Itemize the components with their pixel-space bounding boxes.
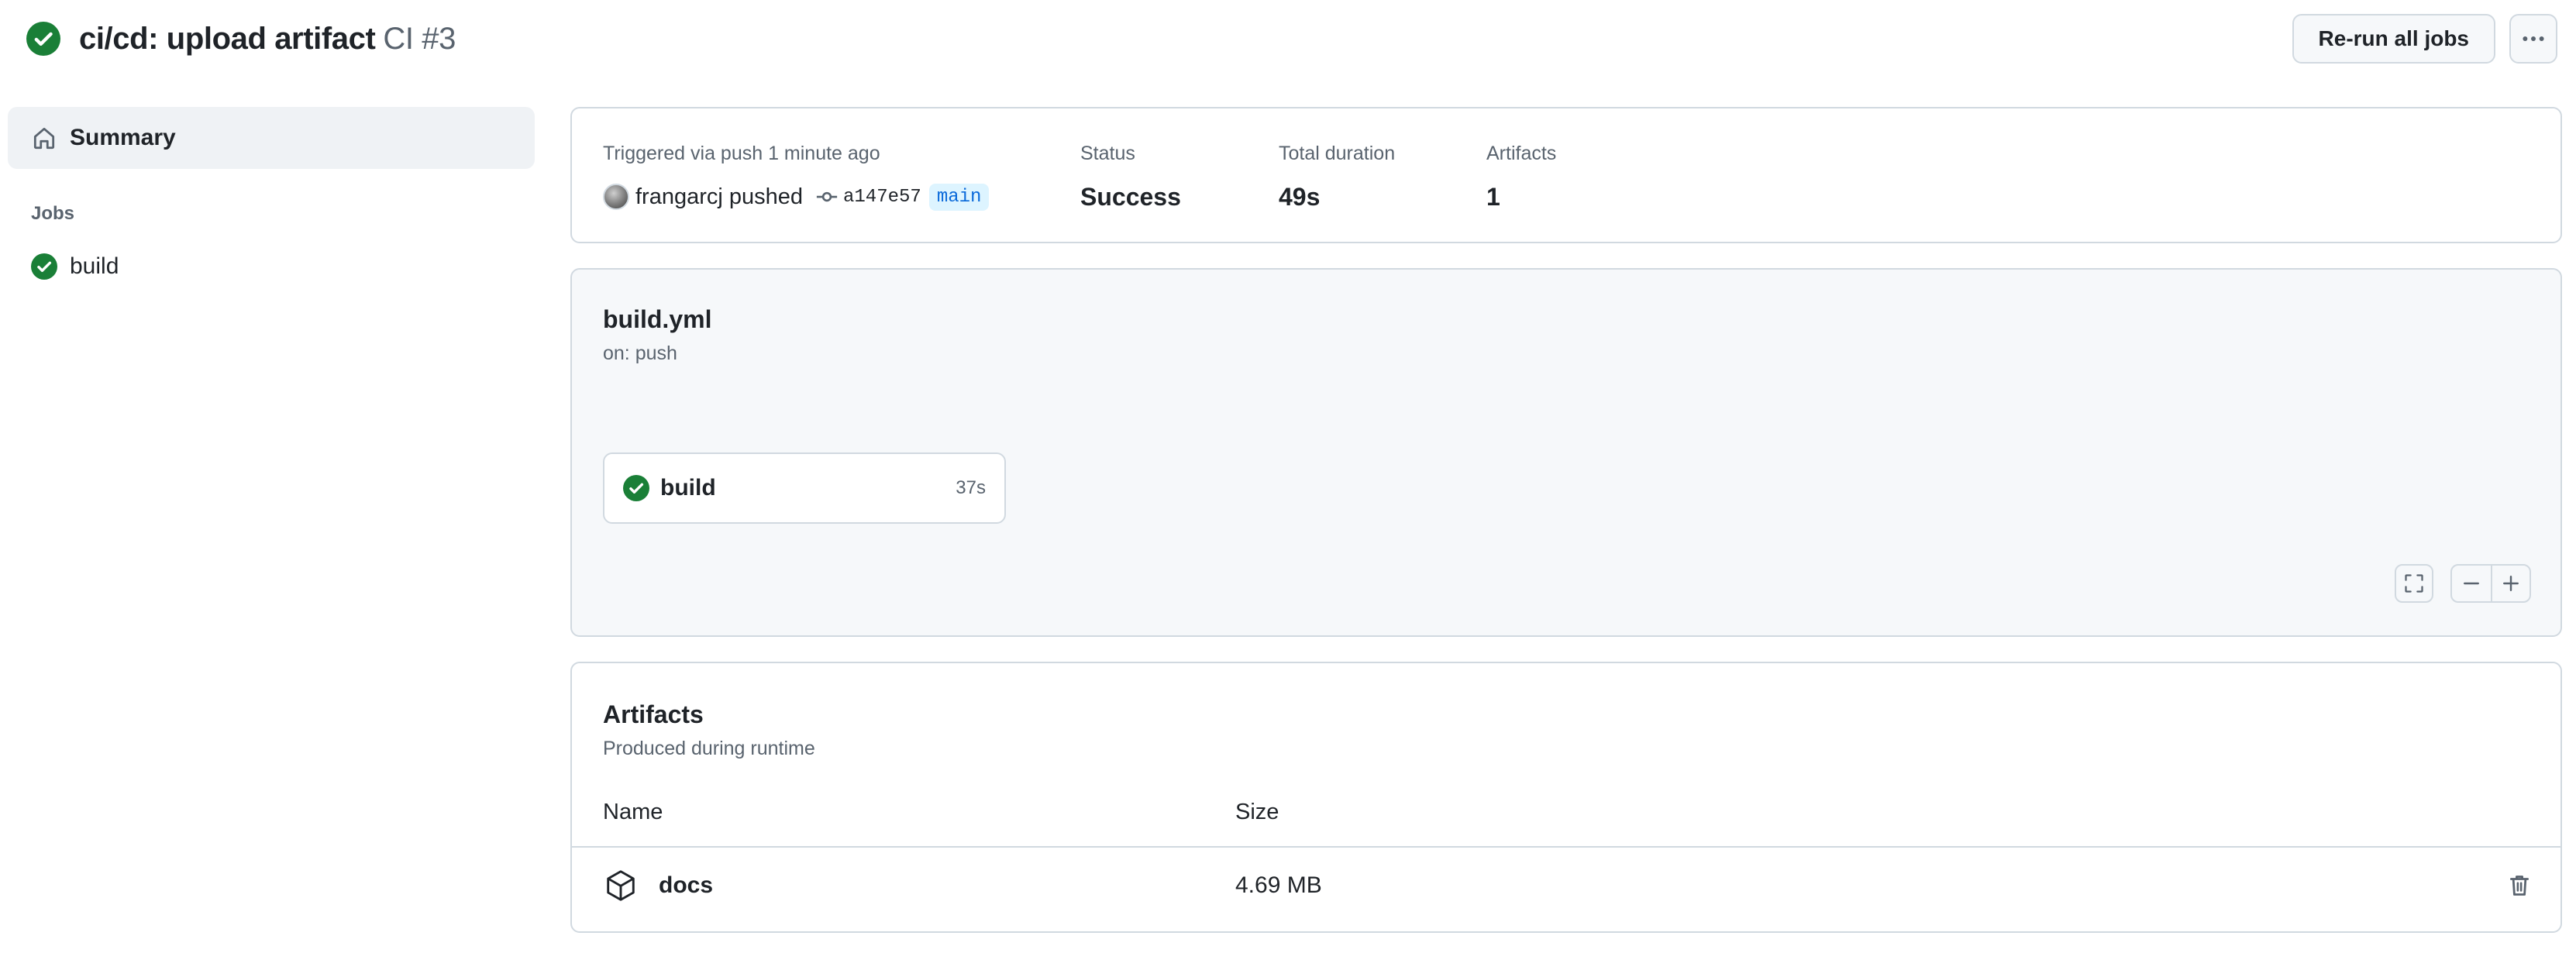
artifacts-count-label: Artifacts (1486, 143, 1557, 164)
sidebar-item-build[interactable]: build (8, 249, 535, 284)
action-text: pushed (728, 184, 803, 209)
run-sidebar: Summary Jobs build (8, 107, 535, 284)
workflow-run-page: ci/cd: upload artifact CI #3 Re-run all … (0, 0, 2576, 953)
workflow-trigger: on: push (603, 342, 677, 364)
git-commit-icon (816, 191, 838, 202)
success-check-icon (623, 475, 649, 501)
artifacts-count-info: Artifacts 1 (1486, 143, 1641, 214)
duration-label: Total duration (1279, 143, 1396, 164)
workflow-file-name: build.yml (603, 305, 712, 333)
success-check-icon (26, 22, 60, 56)
zoom-in-button[interactable] (2491, 566, 2530, 601)
status-value: Success (1080, 182, 1181, 211)
more-options-button[interactable] (2509, 14, 2557, 64)
zoom-controls (2450, 564, 2531, 603)
jobs-heading: Jobs (31, 203, 75, 224)
column-header-name: Name (603, 800, 663, 824)
workflow-graph-panel: build.yml on: push build 37s (570, 268, 2562, 637)
branch-badge[interactable]: main (928, 183, 990, 211)
fullscreen-button[interactable] (2395, 564, 2433, 603)
job-duration: 37s (956, 477, 986, 498)
home-icon (33, 127, 55, 150)
avatar[interactable] (603, 184, 629, 210)
trash-icon[interactable] (2506, 872, 2533, 899)
run-header: ci/cd: upload artifact CI #3 Re-run all … (26, 14, 2557, 64)
kebab-horizontal-icon (2523, 36, 2544, 41)
artifacts-title: Artifacts (603, 700, 704, 728)
package-icon (607, 870, 635, 901)
sidebar-item-label: build (70, 253, 119, 279)
artifacts-count-value[interactable]: 1 (1486, 180, 1641, 214)
run-summary-panel: Triggered via push 1 minute ago frangarc… (570, 107, 2562, 243)
screen-full-icon (2405, 574, 2423, 593)
duration-info: Total duration 49s (1279, 143, 1486, 214)
column-header-size: Size (1235, 800, 1279, 824)
job-name: build (660, 475, 716, 501)
artifact-size: 4.69 MB (1235, 872, 1322, 898)
success-check-icon (31, 253, 57, 280)
status-info: Status Success (1080, 143, 1279, 214)
trigger-label: Triggered via push 1 minute ago (603, 143, 880, 164)
commit-sha-link[interactable]: a147e57 (843, 187, 921, 208)
rerun-all-jobs-button[interactable]: Re-run all jobs (2292, 14, 2495, 64)
table-row: docs 4.69 MB (572, 848, 2561, 924)
sidebar-item-summary[interactable]: Summary (8, 107, 535, 169)
plus-icon (2503, 576, 2519, 591)
job-card-build[interactable]: build 37s (603, 452, 1006, 524)
duration-value: 49s (1279, 182, 1321, 211)
artifact-name-link[interactable]: docs (659, 872, 713, 899)
trigger-info: Triggered via push 1 minute ago frangarc… (603, 143, 1080, 214)
dash-icon (2464, 582, 2479, 585)
artifacts-panel: Artifacts Produced during runtime Name S… (570, 662, 2562, 933)
zoom-out-button[interactable] (2452, 566, 2491, 601)
actor-link[interactable]: frangarcj (635, 184, 723, 210)
sidebar-item-label: Summary (70, 125, 176, 150)
artifacts-subtitle: Produced during runtime (603, 738, 815, 759)
status-label: Status (1080, 143, 1135, 164)
run-number: CI #3 (383, 21, 456, 56)
workflow-run-title: ci/cd: upload artifact (79, 21, 376, 56)
